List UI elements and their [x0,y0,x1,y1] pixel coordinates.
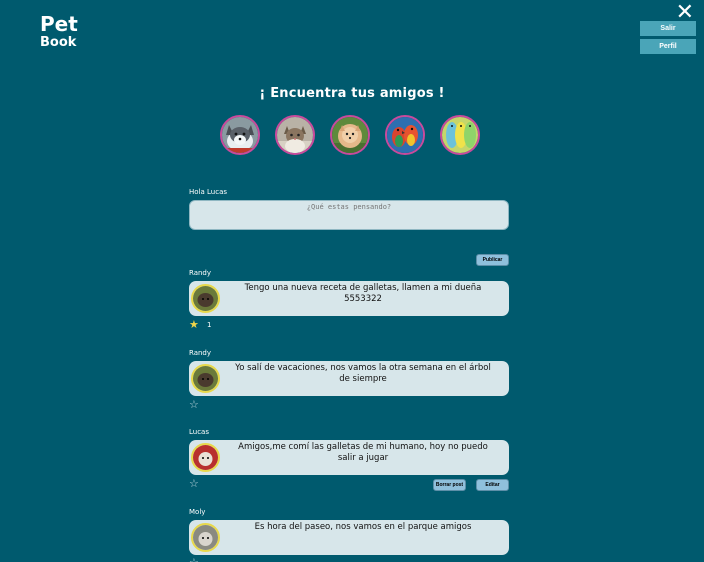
like-count: 1 [207,321,212,329]
post-text: Amigos,me comí las galletas de mi humano… [238,442,488,463]
post-card: Es hora del paseo, nos vamos en el parqu… [189,520,509,555]
post-avatar [191,364,220,393]
like-star-icon[interactable]: ★ [189,319,199,330]
friend-avatar-husky[interactable] [220,115,260,155]
friends-avatar-row [220,115,480,157]
post-text: Tengo una nueva receta de galletas, llam… [244,283,482,304]
friend-avatar-pomeranian[interactable] [330,115,370,155]
friend-avatar-parakeet[interactable] [440,115,480,155]
post-avatar [191,284,220,313]
post-text: Yo salí de vacaciones, nos vamos la otra… [235,363,491,384]
like-star-icon[interactable]: ☆ [189,557,199,562]
post-avatar [191,523,220,552]
like-star-icon[interactable]: ☆ [189,478,199,489]
delete-post-button[interactable]: Borrar post [433,479,466,491]
like-star-icon[interactable]: ☆ [189,399,199,410]
post-card: Yo salí de vacaciones, nos vamos la otra… [189,361,509,396]
friend-avatar-parrot[interactable] [385,115,425,155]
logo-line-2: Book [40,35,77,50]
logo-line-1: Pet [40,12,78,36]
find-friends-heading: ¡ Encuentra tus amigos ! [259,86,445,101]
post-author: Moly [189,508,206,516]
edit-post-button[interactable]: Editar [476,479,509,491]
post-author: Lucas [189,428,209,436]
greeting-text: Hola Lucas [189,188,228,196]
post-author: Randy [189,269,212,277]
post-card: Tengo una nueva receta de galletas, llam… [189,281,509,316]
profile-button[interactable]: Perfil [640,39,696,54]
post-card: Amigos,me comí las galletas de mi humano… [189,440,509,475]
friend-avatar-cat[interactable] [275,115,315,155]
post-text: Es hora del paseo, nos vamos en el parqu… [254,522,472,532]
publish-button[interactable]: Publicar [476,254,509,266]
post-author: Randy [189,349,212,357]
post-avatar [191,443,220,472]
logout-button[interactable]: Salir [640,21,696,36]
app-logo: Pet Book [40,14,78,49]
post-input[interactable] [189,200,509,230]
